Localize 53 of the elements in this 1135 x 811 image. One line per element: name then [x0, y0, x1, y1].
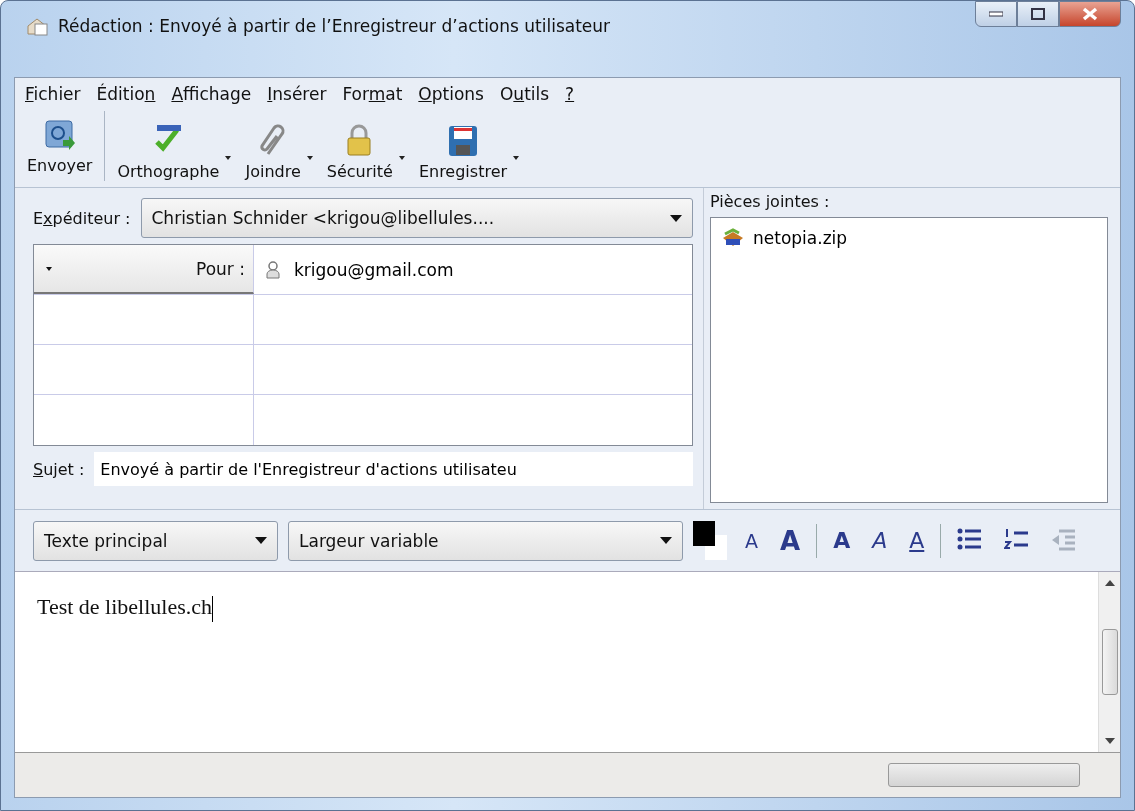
- bold-button[interactable]: A: [827, 528, 857, 553]
- dropdown-arrow-icon: [660, 537, 672, 544]
- menu-item[interactable]: Affichage: [171, 84, 252, 104]
- toolbar-button[interactable]: Sécurité: [320, 124, 399, 181]
- font-dropdown[interactable]: Largeur variable: [288, 520, 683, 561]
- recipient-address[interactable]: krigou@gmail.com: [294, 259, 454, 280]
- menu-item[interactable]: Fichier: [25, 84, 81, 104]
- paragraph-style-dropdown[interactable]: Texte principal: [33, 520, 278, 561]
- field-label: Expéditeur :: [33, 208, 131, 228]
- dropdown-arrow-icon: [46, 266, 52, 271]
- window-title: Rédaction : Envoyé à partir de l’Enregistreur d’actions utilisateur: [58, 16, 611, 36]
- text-cursor: [212, 595, 214, 622]
- attachments-label: Pièces jointes :: [710, 192, 831, 211]
- bulleted-list-icon: [957, 527, 983, 551]
- close-icon: [1082, 7, 1098, 21]
- scroll-up-icon: [1104, 580, 1115, 586]
- menu-item[interactable]: Outils: [499, 84, 550, 104]
- person-icon: [266, 260, 280, 279]
- underline-button[interactable]: A: [903, 528, 931, 553]
- menu-item[interactable]: Édition: [96, 84, 156, 104]
- dropdown-arrow-icon: [670, 214, 682, 222]
- subject-field[interactable]: Envoyé à partir de l'Enregistreur d'actions utilisateu: [94, 452, 693, 486]
- scrollbar[interactable]: [1098, 572, 1120, 752]
- italic-button[interactable]: A: [866, 528, 894, 553]
- smaller-text-button[interactable]: A: [739, 529, 764, 552]
- attachment-item[interactable]: netopia.zip: [753, 228, 848, 248]
- toolbar-button[interactable]: Envoyer: [21, 117, 99, 175]
- dropdown-arrow-icon: [255, 537, 267, 544]
- toolbar-button[interactable]: Enregistrer: [412, 124, 514, 181]
- maximize-button[interactable]: [1017, 1, 1059, 27]
- numbered-list-icon: [1004, 527, 1030, 551]
- recipient-type-dropdown[interactable]: Pour :: [34, 245, 254, 294]
- text-color-picker[interactable]: [693, 520, 729, 561]
- menu-item[interactable]: Options: [418, 84, 484, 104]
- menu-item[interactable]: Format: [342, 84, 403, 104]
- send-icon: [42, 117, 77, 152]
- archive-icon: [721, 228, 745, 248]
- close-button[interactable]: [1059, 1, 1121, 27]
- field-label: Sujet :: [33, 459, 85, 479]
- compose-icon: [26, 16, 48, 36]
- menu-item[interactable]: Insérer: [267, 84, 327, 104]
- minimize-icon: [989, 11, 1003, 17]
- toolbar-button[interactable]: Orthographe: [111, 124, 226, 181]
- scroll-down-icon: [1104, 738, 1115, 744]
- message-text: Test de libellules.ch: [37, 594, 213, 619]
- scroll-thumb[interactable]: [1101, 629, 1118, 695]
- minimize-button[interactable]: [975, 1, 1017, 27]
- larger-text-button[interactable]: A: [774, 525, 807, 556]
- maximize-icon: [1031, 8, 1045, 20]
- sender-dropdown[interactable]: Christian Schnider <krigou@libellules....: [140, 198, 693, 238]
- menu-item[interactable]: ?: [565, 84, 575, 104]
- outdent-icon: [1051, 527, 1077, 551]
- toolbar-button[interactable]: Joindre: [239, 124, 307, 181]
